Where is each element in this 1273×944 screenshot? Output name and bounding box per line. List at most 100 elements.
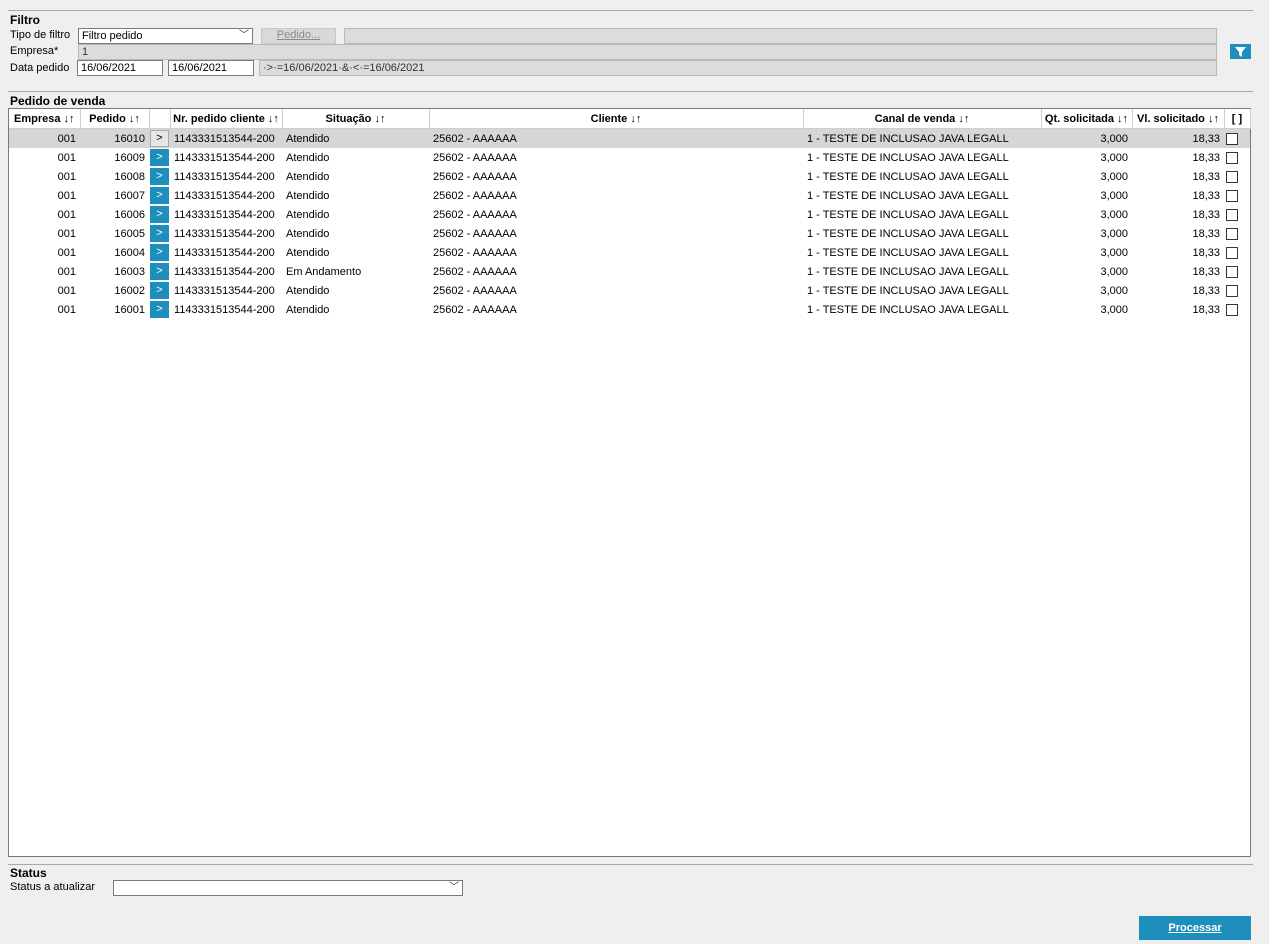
cell-nr-pedido-cliente: 1143331513544-200 bbox=[170, 128, 282, 148]
cell-go: > bbox=[149, 224, 170, 243]
cell-go: > bbox=[149, 148, 170, 167]
cell-pedido: 16009 bbox=[114, 151, 145, 164]
cell-canal-venda: 1 - TESTE DE INCLUSAO JAVA LEGALL bbox=[807, 246, 1009, 259]
header-situacao[interactable]: Situação ↓↑ bbox=[282, 109, 430, 129]
cell-canal-venda: 1 - TESTE DE INCLUSAO JAVA LEGALL bbox=[807, 151, 1009, 164]
table-row[interactable]: 001 16010 >1143331513544-200 Atendido 25602 … bbox=[9, 128, 1250, 148]
cell-vl-solicitado: 18,33 bbox=[1192, 265, 1220, 278]
row-checkbox[interactable] bbox=[1226, 246, 1238, 259]
cell-qt-solicitada: 3,000 bbox=[1041, 128, 1132, 148]
cell-pedido: 16008 bbox=[114, 170, 145, 183]
cell-cliente: 25602 - AAAAAA bbox=[433, 208, 517, 221]
filter-button[interactable] bbox=[1230, 44, 1251, 59]
cell-go: > bbox=[149, 205, 170, 224]
cell-situacao: Em Andamento bbox=[286, 265, 362, 278]
cell-empresa: 001 bbox=[9, 128, 80, 148]
cell-nr-pedido-cliente: 1143331513544-200 bbox=[174, 303, 275, 316]
pedido-lookup-button[interactable]: Pedido... bbox=[261, 28, 336, 44]
cell-vl-solicitado: 18,33 bbox=[1192, 227, 1220, 240]
cell-select bbox=[1224, 243, 1250, 262]
row-checkbox[interactable] bbox=[1226, 303, 1238, 316]
cell-go: > bbox=[149, 186, 170, 205]
open-pedido-button[interactable]: > bbox=[150, 187, 169, 204]
cell-vl-solicitado: 18,33 bbox=[1192, 208, 1220, 221]
row-checkbox[interactable] bbox=[1226, 151, 1238, 164]
status-label: Status a atualizar bbox=[10, 881, 95, 893]
table-row[interactable]: 001 16001 >1143331513544-200 Atendido 25602 … bbox=[9, 300, 1250, 319]
cell-canal-venda: 1 - TESTE DE INCLUSAO JAVA LEGALL bbox=[807, 208, 1009, 221]
status-select[interactable]: ﹀ bbox=[113, 880, 463, 896]
cell-cliente: 25602 - AAAAAA bbox=[433, 303, 517, 316]
data-from-input[interactable]: 16/06/2021 bbox=[77, 60, 163, 76]
cell-nr-pedido-cliente: 1143331513544-200 bbox=[174, 284, 275, 297]
grid-title: Pedido de venda bbox=[10, 94, 106, 108]
open-pedido-button[interactable]: > bbox=[150, 130, 169, 147]
open-pedido-button[interactable]: > bbox=[150, 301, 169, 318]
cell-go: > bbox=[149, 281, 170, 300]
filtro-title: Filtro bbox=[10, 13, 40, 27]
table-row[interactable]: 001 16006 >1143331513544-200 Atendido 25602 … bbox=[9, 205, 1250, 224]
header-cliente[interactable]: Cliente ↓↑ bbox=[429, 109, 804, 129]
row-checkbox[interactable] bbox=[1226, 170, 1238, 183]
filtro-divider bbox=[8, 10, 1253, 11]
cell-vl-solicitado: 18,33 bbox=[1192, 246, 1220, 259]
header-canal-venda[interactable]: Canal de venda ↓↑ bbox=[803, 109, 1042, 129]
cell-canal-venda: 1 - TESTE DE INCLUSAO JAVA LEGALL bbox=[807, 227, 1009, 240]
table-row[interactable]: 001 16005 >1143331513544-200 Atendido 25602 … bbox=[9, 224, 1250, 243]
open-pedido-button[interactable]: > bbox=[150, 282, 169, 299]
cell-select bbox=[1224, 128, 1250, 148]
header-select-all[interactable]: [ ] bbox=[1224, 109, 1251, 129]
header-nr-pedido-cliente[interactable]: Nr. pedido cliente ↓↑ bbox=[170, 109, 283, 129]
cell-pedido: 16003 bbox=[114, 265, 145, 278]
cell-qt-solicitada: 3,000 bbox=[1100, 151, 1128, 164]
row-checkbox[interactable] bbox=[1226, 189, 1238, 202]
cell-go: > bbox=[149, 128, 170, 148]
cell-select bbox=[1224, 167, 1250, 186]
header-vl-solicitado[interactable]: Vl. solicitado ↓↑ bbox=[1132, 109, 1225, 129]
open-pedido-button[interactable]: > bbox=[150, 206, 169, 223]
table-row[interactable]: 001 16003 >1143331513544-200 Em Andamento 25… bbox=[9, 262, 1250, 281]
open-pedido-button[interactable]: > bbox=[150, 225, 169, 242]
pedido-grid: Empresa ↓↑ Pedido ↓↑ Nr. pedido cliente … bbox=[8, 108, 1251, 857]
cell-empresa: 001 bbox=[57, 189, 76, 202]
open-pedido-button[interactable]: > bbox=[150, 149, 169, 166]
open-pedido-button[interactable]: > bbox=[150, 168, 169, 185]
header-pedido[interactable]: Pedido ↓↑ bbox=[80, 109, 150, 129]
row-checkbox[interactable] bbox=[1226, 208, 1238, 221]
cell-canal-venda: 1 - TESTE DE INCLUSAO JAVA LEGALL bbox=[807, 284, 1009, 297]
row-checkbox[interactable] bbox=[1226, 132, 1238, 145]
open-pedido-button[interactable]: > bbox=[150, 263, 169, 280]
cell-empresa: 001 bbox=[57, 284, 76, 297]
processar-button[interactable]: Processar bbox=[1139, 916, 1251, 940]
row-checkbox[interactable] bbox=[1226, 227, 1238, 240]
data-to-input[interactable]: 16/06/2021 bbox=[168, 60, 254, 76]
header-empresa[interactable]: Empresa ↓↑ bbox=[9, 109, 81, 129]
cell-vl-solicitado: 18,33 bbox=[1192, 303, 1220, 316]
cell-situacao: Atendido bbox=[282, 128, 429, 148]
table-row[interactable]: 001 16008 >1143331513544-200 Atendido 25602 … bbox=[9, 167, 1250, 186]
cell-qt-solicitada: 3,000 bbox=[1100, 227, 1128, 240]
table-row[interactable]: 001 16004 >1143331513544-200 Atendido 25602 … bbox=[9, 243, 1250, 262]
cell-situacao: Atendido bbox=[286, 284, 330, 297]
cell-select bbox=[1224, 262, 1250, 281]
cell-pedido: 16006 bbox=[114, 208, 145, 221]
tipo-filtro-select[interactable]: Filtro pedido ﹀ bbox=[78, 28, 253, 44]
row-checkbox[interactable] bbox=[1226, 284, 1238, 297]
cell-pedido: 16005 bbox=[114, 227, 145, 240]
table-row[interactable]: 001 16002 >1143331513544-200 Atendido 25602 … bbox=[9, 281, 1250, 300]
tipo-filtro-value: Filtro pedido bbox=[82, 30, 143, 42]
cell-empresa: 001 bbox=[57, 246, 76, 259]
open-pedido-button[interactable]: > bbox=[150, 244, 169, 261]
table-row[interactable]: 001 16009 >1143331513544-200 Atendido 25602 … bbox=[9, 148, 1250, 167]
cell-nr-pedido-cliente: 1143331513544-200 bbox=[174, 246, 275, 259]
empresa-label: Empresa* bbox=[10, 45, 59, 57]
cell-cliente: 25602 - AAAAAA bbox=[429, 128, 803, 148]
row-checkbox[interactable] bbox=[1226, 265, 1238, 278]
cell-select bbox=[1224, 300, 1250, 319]
cell-go: > bbox=[149, 262, 170, 281]
cell-nr-pedido-cliente: 1143331513544-200 bbox=[174, 170, 275, 183]
header-qt-solicitada[interactable]: Qt. solicitada ↓↑ bbox=[1041, 109, 1133, 129]
cell-situacao: Atendido bbox=[286, 170, 330, 183]
table-row[interactable]: 001 16007 >1143331513544-200 Atendido 25602 … bbox=[9, 186, 1250, 205]
cell-situacao: Atendido bbox=[286, 151, 330, 164]
